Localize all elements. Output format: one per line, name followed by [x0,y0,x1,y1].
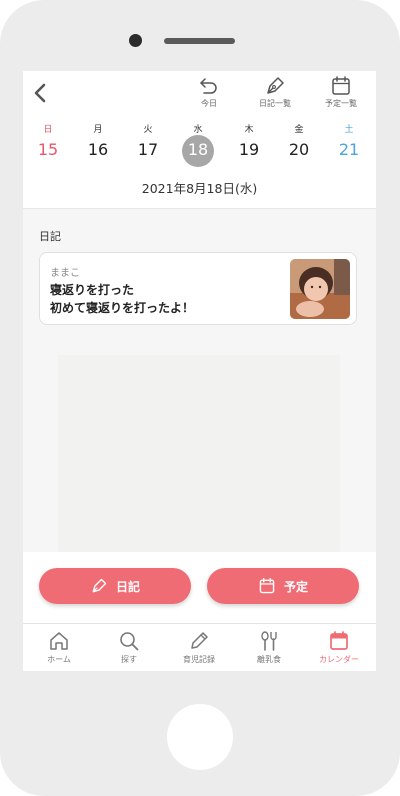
tab-childcare-log[interactable]: 育児記録 [169,630,229,665]
schedule-list-button[interactable]: 予定一覧 [313,75,369,109]
tab-calendar-label: カレンダー [319,655,359,664]
tab-baby-food[interactable]: 離乳食 [239,630,299,665]
diary-list-button[interactable]: 日記一覧 [247,75,303,109]
day-18-selected[interactable]: 18 [181,138,215,162]
diary-entry-card[interactable]: ままこ 寝返りを打った 初めて寝返りを打ったよ！ [39,252,357,325]
undo-icon [200,78,217,94]
entry-body: 初めて寝返りを打ったよ！ [50,301,195,315]
schedule-list-label: 予定一覧 [325,99,357,108]
pencil-icon [191,632,208,649]
write-diary-label: 日記 [115,579,140,594]
home-button[interactable] [167,704,233,770]
today-label: 今日 [201,99,217,108]
search-icon [120,632,139,651]
tab-baby-food-label: 離乳食 [257,655,281,664]
pen-icon [267,77,284,94]
weekday-thu: 木 [244,125,254,135]
day-20[interactable]: 20 [282,138,316,162]
today-button[interactable]: 今日 [181,75,237,109]
tab-calendar[interactable]: カレンダー [309,630,369,665]
tab-search[interactable]: 探す [99,630,159,665]
weekday-sat: 土 [344,125,354,135]
diary-section-title: 日記 [39,230,61,243]
day-15[interactable]: 15 [31,138,65,162]
day-19[interactable]: 19 [232,138,266,162]
entry-title: 寝返りを打った [50,283,135,297]
action-button-area: 日記 予定 [23,552,376,623]
phone-frame: 今日 日記一覧 予定一覧 日 月 火 水 木 金 土 15 16 17 18 1… [0,0,400,796]
add-schedule-label: 予定 [283,579,308,594]
tab-search-label: 探す [121,655,137,664]
pen-icon [92,578,107,593]
write-diary-button[interactable]: 日記 [39,568,191,604]
tab-home-label: ホーム [47,655,71,664]
calendar-icon [259,577,275,594]
tab-childcare-log-label: 育児記録 [183,655,215,664]
tab-home[interactable]: ホーム [29,630,89,665]
day-17[interactable]: 17 [131,138,165,162]
utensils-icon [261,631,277,651]
calendar-icon [330,631,348,650]
weekday-tue: 火 [143,125,153,135]
diary-list-label: 日記一覧 [259,99,291,108]
day-16[interactable]: 16 [81,138,115,162]
add-schedule-button[interactable]: 予定 [207,568,359,604]
calendar-header: 今日 日記一覧 予定一覧 日 月 火 水 木 金 土 15 16 17 18 1… [23,71,376,209]
entry-author: ままこ [50,268,80,279]
home-icon [50,632,68,650]
back-chevron-icon[interactable] [29,81,53,105]
ad-placeholder [58,355,340,553]
front-camera [129,34,142,47]
app-screen: 今日 日記一覧 予定一覧 日 月 火 水 木 金 土 15 16 17 18 1… [23,71,376,671]
bottom-tab-bar: ホーム 探す 育児記録 離乳食 カレンダー [23,623,376,671]
selected-date-title: 2021年8月18日(水) [141,181,258,196]
weekday-mon: 月 [93,125,103,135]
entry-photo-thumbnail [290,259,350,319]
calendar-icon [332,76,350,95]
speaker-grille [164,38,235,44]
weekday-wed: 水 [193,125,203,135]
weekday-fri: 金 [294,125,304,135]
weekday-sun: 日 [43,125,53,135]
day-21[interactable]: 21 [332,138,366,162]
